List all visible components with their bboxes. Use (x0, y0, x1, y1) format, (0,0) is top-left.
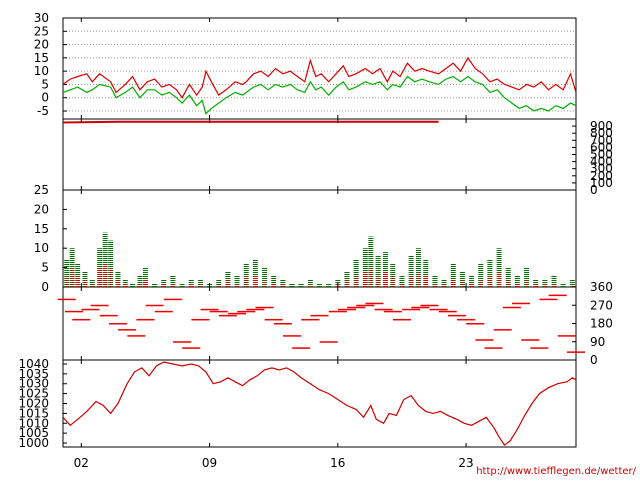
wind_direction-direction-point (154, 310, 173, 313)
wind_direction-direction-point (200, 308, 219, 311)
wind_direction-direction-point (90, 304, 109, 307)
weather-chart: 302520151050-590080070060050040030020010… (18, 11, 636, 477)
x-tick-label: 02 (74, 456, 89, 470)
wind_direction-y-tick-label: 90 (590, 335, 605, 349)
temperature-panel (62, 17, 577, 120)
temperature-y-tick-label: 25 (34, 24, 49, 38)
wind_direction-direction-point (310, 314, 329, 317)
wind_direction-direction-point (57, 298, 76, 301)
x-tick-label: 09 (202, 456, 217, 470)
wind_direction-direction-point (118, 329, 137, 331)
wind_direction-direction-point (182, 347, 201, 349)
wind_direction-direction-point (328, 310, 347, 313)
wind_direction-direction-point (438, 310, 457, 313)
wind_direction-direction-point (557, 335, 576, 337)
temperature-y-tick-label: 10 (34, 64, 49, 78)
wind_direction-y-tick-label: 360 (590, 280, 613, 294)
wind_direction-direction-point (567, 351, 585, 353)
wind_direction-direction-point (163, 298, 182, 301)
wind_direction-direction-point (530, 347, 549, 349)
wind_direction-direction-point (356, 304, 375, 307)
temperature-y-tick-label: 20 (34, 38, 49, 52)
wind_direction-direction-point (246, 308, 265, 311)
wind_direction-direction-point (173, 341, 192, 343)
wind_direction-direction-point (347, 306, 366, 309)
wind_direction-direction-point (191, 318, 210, 321)
wind_direction-direction-point (457, 318, 476, 321)
wind_direction-direction-point (337, 308, 356, 311)
wind_direction-direction-point (81, 308, 100, 311)
wind_direction-direction-point (228, 312, 247, 315)
wind_direction-y-tick-label: 180 (590, 317, 613, 331)
wind_direction-direction-point (209, 310, 228, 313)
wind_direction-direction-point (292, 347, 311, 349)
wind_direction-direction-point (420, 304, 439, 307)
wind_direction-direction-point (237, 310, 256, 313)
wind-y-tick-label: 25 (34, 183, 49, 197)
temperature-y-tick-label: 5 (41, 77, 49, 91)
wind_direction-direction-point (392, 318, 411, 321)
wind_direction-direction-point (429, 308, 448, 311)
wind_direction-direction-point (145, 304, 164, 307)
temperature-y-tick-label: -5 (37, 104, 49, 118)
wind_direction-direction-point (484, 347, 503, 349)
wind_direction-direction-point (466, 323, 485, 325)
wind_direction-direction-point (475, 339, 494, 341)
wind_direction-direction-point (521, 339, 540, 341)
wind_direction-direction-point (108, 323, 127, 325)
credit-text: http://www.tiefflegen.de/wetter/ (476, 466, 636, 477)
wind-y-tick-label: 5 (41, 261, 49, 275)
wind_direction-direction-point (493, 329, 512, 331)
wind_direction-direction-point (273, 323, 292, 325)
temperature-y-tick-label: 15 (34, 51, 49, 65)
wind_direction-direction-point (365, 302, 384, 305)
radiation-y-tick-label: 0 (590, 183, 598, 197)
wind_direction-direction-point (72, 318, 91, 321)
wind_direction-direction-point (548, 294, 567, 297)
wind_direction-direction-point (539, 298, 558, 301)
wind_direction-direction-point (411, 306, 430, 309)
x-tick-label: 16 (330, 456, 345, 470)
wind_direction-direction-point (264, 318, 283, 321)
wind-y-tick-label: 0 (41, 280, 49, 294)
pressure-panel (62, 359, 577, 448)
temperature-y-tick-label: 30 (34, 11, 49, 25)
wind_direction-direction-point (502, 306, 521, 309)
x-tick-label: 23 (458, 456, 473, 470)
wind_direction-direction-point (127, 335, 146, 337)
wind-direction-panel (62, 286, 577, 361)
radiation-panel (62, 118, 577, 191)
wind_direction-direction-point (319, 341, 338, 343)
temperature-y-tick-label: 0 (41, 91, 49, 105)
wind_direction-y-tick-label: 270 (590, 298, 613, 312)
wind_direction-y-tick-label: 0 (590, 353, 598, 367)
wind_direction-direction-point (255, 306, 274, 309)
radiation-radiation-line (62, 120, 439, 124)
wind_direction-direction-point (512, 302, 531, 305)
wind-y-tick-label: 20 (34, 202, 49, 216)
wind_direction-direction-point (136, 318, 155, 321)
wind_direction-direction-point (99, 314, 118, 317)
wind_direction-direction-point (447, 314, 466, 317)
wind_direction-direction-point (218, 314, 237, 317)
wind_direction-direction-point (301, 318, 320, 321)
wind_direction-direction-point (383, 310, 402, 313)
wind_direction-direction-point (64, 310, 83, 313)
wind_direction-direction-point (374, 308, 393, 311)
wind-y-tick-label: 15 (34, 222, 49, 236)
wind_direction-direction-point (402, 308, 421, 311)
wind_direction-direction-point (283, 335, 302, 337)
weather-chart-page: 30 25 20 15 10 5 0 -5 900 800 700 600 500 400 300 200 10… (0, 0, 640, 480)
pressure-y-tick-label: 1000 (18, 436, 49, 450)
wind-y-tick-label: 10 (34, 241, 49, 255)
